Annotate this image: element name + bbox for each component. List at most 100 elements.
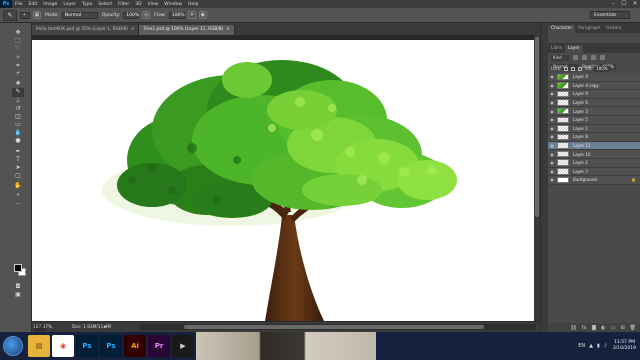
brush-size-picker[interactable]: •: [20, 11, 30, 19]
tab-history[interactable]: History: [603, 25, 624, 33]
layer-row[interactable]: ◉ Layer 7: [548, 167, 640, 177]
shape-filter-icon[interactable]: [600, 55, 605, 60]
brush-tool-icon[interactable]: ✎: [12, 88, 24, 97]
layer-row[interactable]: ◉ Layer 10: [548, 150, 640, 159]
quick-select-tool-icon[interactable]: ✧: [12, 54, 24, 62]
hand-tool-icon[interactable]: ✋: [12, 182, 24, 190]
visibility-eye-icon[interactable]: ◉: [548, 109, 556, 114]
visibility-eye-icon[interactable]: ◉: [548, 160, 556, 165]
layer-row[interactable]: ◉ Layer 6: [548, 98, 640, 108]
type-tool-icon[interactable]: T: [12, 156, 24, 164]
minimize-button[interactable]: –: [608, 0, 618, 8]
lock-pixels-icon[interactable]: [571, 66, 576, 71]
layer-row[interactable]: ◉ Layer 9: [548, 90, 640, 99]
canvas-area[interactable]: [32, 35, 540, 321]
tab-paragraph[interactable]: Paragraph: [575, 25, 603, 33]
layer-row[interactable]: ◉ Layer 3: [548, 107, 640, 116]
delete-layer-icon[interactable]: 🗑: [630, 325, 636, 331]
language-indicator[interactable]: EN: [578, 343, 585, 349]
type-filter-icon[interactable]: [591, 55, 596, 60]
new-group-icon[interactable]: ▭: [611, 325, 616, 331]
layer-row[interactable]: ◉ Layer 1: [548, 124, 640, 134]
menu-edit[interactable]: Edit: [26, 2, 41, 7]
zoom-tool-icon[interactable]: ⌕: [12, 191, 24, 199]
layer-row[interactable]: ◉ Layer 4: [548, 73, 640, 82]
layer-row[interactable]: ◉ Layer 2: [548, 158, 640, 168]
menu-3d[interactable]: 3D: [132, 2, 144, 7]
foreground-color-swatch[interactable]: [14, 264, 22, 272]
menu-view[interactable]: View: [145, 2, 162, 7]
document-canvas[interactable]: [32, 40, 534, 321]
menu-filter[interactable]: Filter: [115, 2, 132, 7]
layer-row[interactable]: ◉ Layer 5: [548, 115, 640, 125]
menu-select[interactable]: Select: [95, 2, 115, 7]
pixel-filter-icon[interactable]: [573, 55, 578, 60]
layer-filter-kind-select[interactable]: Kind: [551, 54, 569, 61]
layer-row[interactable]: ◉ Background 🔒: [548, 176, 640, 185]
tab-character[interactable]: Character: [548, 25, 576, 33]
taskbar-photoshop-2-icon[interactable]: Ps: [100, 335, 122, 357]
workspace-select[interactable]: Essentials: [590, 11, 630, 19]
history-brush-tool-icon[interactable]: ↺: [12, 105, 24, 113]
tab-tree1[interactable]: Tree1.psd @ 100% (Layer 11, RGB/8) ×: [139, 25, 235, 35]
start-button[interactable]: [3, 336, 23, 356]
taskbar-file-explorer-icon[interactable]: ▤: [28, 335, 50, 357]
visibility-eye-icon[interactable]: ◉: [548, 91, 556, 96]
healing-tool-icon[interactable]: ✚: [12, 80, 24, 88]
quick-mask-icon[interactable]: ◘: [12, 283, 24, 291]
vertical-scroll-thumb[interactable]: [535, 37, 539, 217]
menu-layer[interactable]: Layer: [60, 2, 79, 7]
clock[interactable]: 11:57 PM 3/10/2019: [613, 340, 636, 352]
lasso-tool-icon[interactable]: ➰: [12, 45, 24, 53]
visibility-eye-icon[interactable]: ◉: [548, 100, 556, 105]
volume-icon[interactable]: ♪: [604, 343, 607, 349]
zoom-level-field[interactable]: 107.37%: [33, 324, 52, 331]
flow-input[interactable]: 100%: [168, 11, 185, 19]
taskbar-illustrator-icon[interactable]: Ai: [124, 335, 146, 357]
adjustment-filter-icon[interactable]: [582, 55, 587, 60]
airbrush-icon[interactable]: ✈: [187, 11, 196, 19]
visibility-eye-icon[interactable]: ◉: [548, 143, 556, 148]
menu-image[interactable]: Image: [40, 2, 60, 7]
lock-transparency-icon[interactable]: [564, 66, 569, 71]
eraser-tool-icon[interactable]: ◫: [12, 113, 24, 121]
layer-row[interactable]: ◉ Layer 8: [548, 133, 640, 142]
pressure-size-icon[interactable]: ◉: [198, 11, 207, 19]
pressure-opacity-icon[interactable]: ◎: [142, 11, 151, 19]
visibility-eye-icon[interactable]: ◉: [548, 117, 556, 122]
visibility-eye-icon[interactable]: ◉: [548, 152, 556, 157]
layer-row[interactable]: ◉ Layer 11: [548, 141, 640, 151]
visibility-eye-icon[interactable]: ◉: [548, 83, 556, 88]
opacity-input[interactable]: 100%: [123, 11, 140, 19]
visibility-eye-icon[interactable]: ◉: [548, 177, 556, 182]
shape-tool-icon[interactable]: ▢: [12, 172, 24, 180]
path-select-tool-icon[interactable]: ➤: [12, 164, 24, 172]
horizontal-scroll-thumb[interactable]: [184, 325, 484, 329]
menu-type[interactable]: Type: [79, 2, 95, 7]
layer-row[interactable]: ◉ Layer 4 copy: [548, 81, 640, 91]
clone-stamp-tool-icon[interactable]: ⊥: [12, 97, 24, 105]
close-tab-icon[interactable]: ×: [131, 27, 135, 32]
menu-help[interactable]: Help: [185, 2, 201, 7]
mode-select[interactable]: Normal: [61, 11, 98, 19]
visibility-eye-icon[interactable]: ◉: [548, 126, 556, 131]
move-tool-icon[interactable]: ✥: [12, 29, 24, 37]
tab-layers[interactable]: Layer: [564, 45, 583, 53]
taskbar-media-app-icon[interactable]: ▶: [172, 335, 194, 357]
marquee-tool-icon[interactable]: ⬚: [12, 37, 24, 45]
taskbar-photoshop-icon[interactable]: Ps: [76, 335, 98, 357]
menu-window[interactable]: Window: [161, 2, 185, 7]
network-icon[interactable]: ▮: [597, 343, 600, 349]
adjustment-layer-icon[interactable]: ◐: [601, 325, 605, 331]
dodge-tool-icon[interactable]: ●: [12, 137, 24, 145]
tab-libraries[interactable]: Libra: [548, 45, 565, 53]
close-tab-icon[interactable]: ×: [226, 27, 230, 32]
maximize-button[interactable]: ☐: [619, 0, 629, 8]
lock-position-icon[interactable]: [578, 66, 583, 71]
menu-file[interactable]: File: [12, 2, 26, 7]
new-layer-icon[interactable]: ⊞: [620, 325, 624, 331]
visibility-eye-icon[interactable]: ◉: [548, 169, 556, 174]
tab-perla[interactable]: Perla tomKUK.psd @ 25% (Layer 1, RGB/8) ×: [32, 25, 140, 35]
status-menu-arrow-icon[interactable]: ▸: [104, 323, 107, 332]
visibility-eye-icon[interactable]: ◉: [548, 134, 556, 139]
